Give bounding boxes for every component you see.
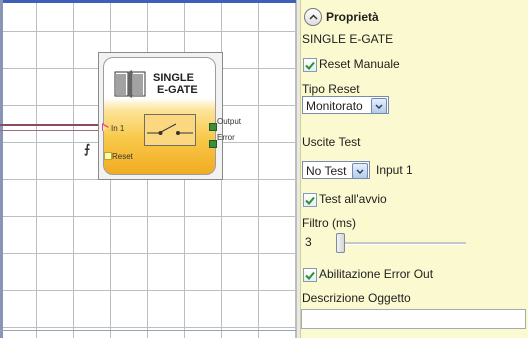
uscite-test-suffix: Input 1 <box>376 163 413 177</box>
tipo-reset-value: Monitorato <box>306 99 363 113</box>
output-pin-label: Output <box>217 117 242 126</box>
chevron-down-icon[interactable] <box>371 98 387 114</box>
test-avvio-label[interactable]: Test all'avvio <box>319 192 387 206</box>
output-pin[interactable] <box>209 123 217 131</box>
uscite-test-select[interactable]: No Test <box>302 161 370 179</box>
canvas-left-border <box>0 0 3 338</box>
uscite-test-value: No Test <box>306 164 347 178</box>
object-name: SINGLE E-GATE <box>302 32 394 46</box>
descrizione-label: Descrizione Oggetto <box>302 291 411 305</box>
reset-pin-label: Reset <box>112 152 133 161</box>
wire-in1-lower <box>0 130 101 131</box>
in1-pin-label: In 1 <box>111 124 125 133</box>
reset-manuale-label[interactable]: Reset Manuale <box>319 57 400 71</box>
switch-icon <box>147 123 193 135</box>
uscite-test-label: Uscite Test <box>302 135 361 149</box>
block-title: SINGLE E-GATE <box>153 72 198 96</box>
in1-pin-arrow-inner <box>103 125 108 131</box>
filtro-slider-thumb[interactable] <box>336 233 345 253</box>
canvas-top-border <box>0 0 300 3</box>
pulse-signal-icon[interactable]: ⨍ <box>84 142 90 156</box>
error-pin-label: Error <box>217 133 235 142</box>
switch-diagram <box>144 114 196 146</box>
filtro-slider-track[interactable] <box>340 242 466 245</box>
reset-manuale-checkbox[interactable] <box>303 58 317 72</box>
gate-icon <box>114 70 146 98</box>
canvas-bottom-line <box>0 330 300 331</box>
error-pin[interactable] <box>209 140 217 148</box>
tipo-reset-label: Tipo Reset <box>302 82 360 96</box>
filtro-label: Filtro (ms) <box>302 216 356 230</box>
abilitazione-error-checkbox[interactable] <box>303 268 317 282</box>
reset-pin[interactable] <box>104 152 112 160</box>
chevron-up-icon[interactable] <box>304 8 322 26</box>
abilitazione-error-label[interactable]: Abilitazione Error Out <box>319 267 433 281</box>
block-title-line2: E-GATE <box>157 84 198 96</box>
diagram-canvas[interactable]: ⨍ SINGLE E-GATE In 1 Reset Output Error <box>0 0 300 338</box>
wire-in1[interactable] <box>0 124 101 126</box>
descrizione-input[interactable] <box>301 309 526 329</box>
panel-title: Proprietà <box>326 10 379 24</box>
chevron-down-icon[interactable] <box>352 163 368 179</box>
single-egate-block[interactable]: SINGLE E-GATE In 1 Reset Output Error <box>98 52 241 180</box>
tipo-reset-select[interactable]: Monitorato <box>302 96 389 114</box>
block-title-line1: SINGLE <box>153 72 194 84</box>
test-avvio-checkbox[interactable] <box>303 193 317 207</box>
filtro-value: 3 <box>305 235 312 249</box>
